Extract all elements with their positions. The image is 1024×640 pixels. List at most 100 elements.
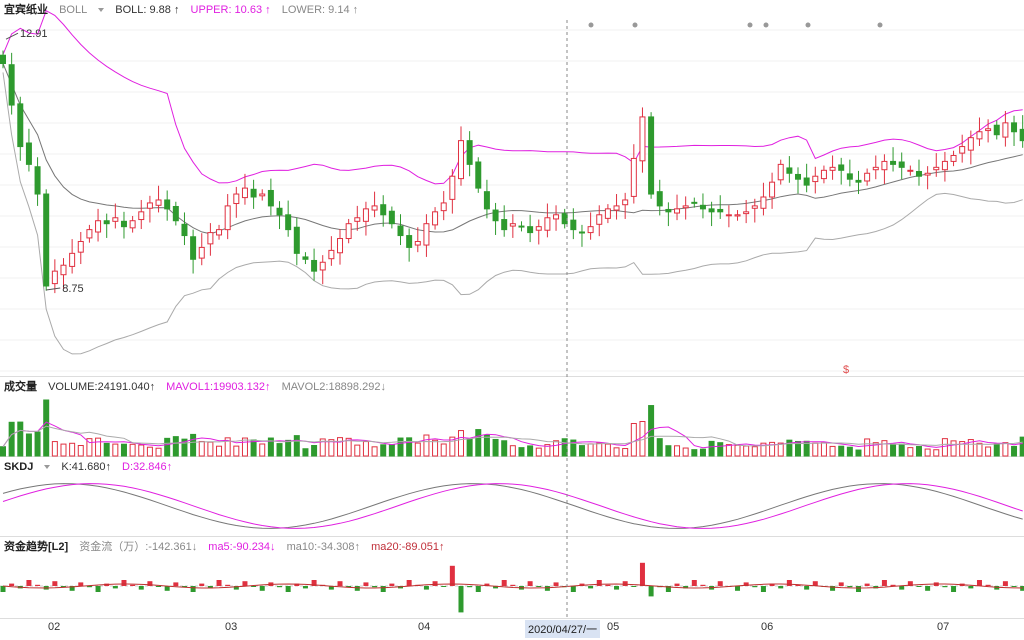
candle-body bbox=[293, 226, 300, 254]
candle-body bbox=[976, 131, 983, 140]
fund-bar bbox=[423, 586, 429, 590]
candle-body bbox=[475, 161, 482, 189]
fund-header: 资金趋势[L2] 资金流（万）:-142.361↓ ma5:-90.234↓ m… bbox=[4, 537, 452, 557]
candle-body bbox=[34, 166, 41, 195]
volume-bar bbox=[596, 442, 603, 457]
candle-body bbox=[69, 252, 76, 267]
volume-bar bbox=[60, 443, 67, 457]
fund-bar bbox=[916, 586, 922, 587]
volume-bar bbox=[8, 421, 15, 457]
fund-bar bbox=[199, 583, 205, 586]
candle-body bbox=[337, 238, 344, 254]
fund-bar bbox=[838, 582, 844, 586]
fund-bar bbox=[363, 582, 369, 586]
volume-bar bbox=[406, 437, 413, 457]
fund-bar bbox=[26, 580, 32, 586]
volume-bar bbox=[527, 445, 534, 457]
candle-body bbox=[466, 140, 473, 165]
fund-bar bbox=[985, 584, 991, 586]
volume-bar bbox=[138, 444, 145, 457]
candle-body bbox=[725, 214, 732, 217]
candle-body bbox=[665, 208, 672, 213]
fund-bar bbox=[614, 586, 620, 590]
volume-bar bbox=[915, 446, 922, 457]
fund-bar bbox=[899, 586, 905, 590]
candle-body bbox=[985, 128, 992, 132]
skdj-k-line bbox=[2, 483, 1023, 529]
candle-body bbox=[864, 172, 871, 182]
event-dot bbox=[747, 22, 753, 28]
candle-body bbox=[397, 225, 404, 237]
skdj-select[interactable]: SKDJ bbox=[4, 461, 51, 473]
volume-bar bbox=[509, 445, 516, 457]
fund-bar bbox=[458, 586, 464, 613]
candle-body bbox=[241, 187, 248, 199]
volume-bar bbox=[743, 445, 750, 457]
fund-bar bbox=[251, 586, 257, 587]
candle-body bbox=[311, 259, 318, 272]
volume-bar bbox=[656, 438, 663, 457]
candle-body bbox=[155, 199, 162, 206]
fund-bar bbox=[605, 584, 611, 586]
candle-body bbox=[233, 193, 240, 205]
low-label: 8.75 bbox=[62, 283, 83, 295]
candle-body bbox=[146, 202, 153, 209]
volume-bar bbox=[371, 446, 378, 457]
candle-body bbox=[855, 179, 862, 183]
volume-bar bbox=[207, 441, 214, 457]
indicator-select[interactable]: BOLL bbox=[59, 4, 105, 16]
fund-bar bbox=[277, 586, 283, 588]
volume-bar bbox=[501, 440, 508, 457]
candle-body bbox=[371, 205, 378, 211]
candle-body bbox=[138, 211, 145, 221]
candle-body bbox=[1002, 122, 1009, 138]
fund-title: 资金趋势[L2] bbox=[4, 541, 69, 553]
volume-bar bbox=[604, 443, 611, 457]
volume-bar bbox=[674, 445, 681, 457]
volume-bar bbox=[993, 443, 1000, 457]
volume-bar bbox=[172, 436, 179, 457]
volume-bar bbox=[293, 435, 300, 457]
candle-body bbox=[674, 208, 681, 214]
fund-bar bbox=[881, 580, 887, 586]
volume-bar bbox=[51, 441, 58, 457]
candle-body bbox=[1011, 122, 1018, 133]
ma5-value: ma5:-90.234↓ bbox=[208, 541, 276, 553]
fund-bar bbox=[78, 582, 84, 586]
candle-body bbox=[190, 236, 197, 260]
candle-body bbox=[890, 160, 897, 165]
candle-body bbox=[492, 209, 499, 222]
boll-upper-line bbox=[2, 9, 1023, 185]
fund-bar bbox=[570, 586, 576, 592]
fund-bar bbox=[121, 580, 127, 586]
candle-body bbox=[941, 160, 948, 171]
volume-bar bbox=[890, 443, 897, 457]
volume-bar bbox=[898, 443, 905, 457]
fund-bar bbox=[760, 586, 766, 592]
candle-body bbox=[535, 226, 542, 231]
candle-body bbox=[86, 229, 93, 239]
volume-bar bbox=[25, 433, 32, 457]
candle-body bbox=[786, 167, 793, 174]
month-label: 03 bbox=[225, 621, 238, 633]
candle-body bbox=[561, 213, 568, 225]
candle-body bbox=[129, 220, 136, 229]
fund-bar bbox=[432, 581, 438, 586]
candle-body bbox=[8, 64, 15, 106]
candle-body bbox=[172, 205, 179, 222]
candle-body bbox=[820, 169, 827, 180]
event-dot bbox=[632, 22, 638, 28]
volume-bar bbox=[976, 442, 983, 457]
fund-bar bbox=[976, 580, 982, 586]
high-label: 12.91 bbox=[20, 28, 48, 40]
candle-body bbox=[751, 205, 758, 209]
volume-bar bbox=[838, 445, 845, 457]
volume-bar bbox=[250, 439, 257, 457]
event-dot bbox=[805, 22, 811, 28]
candle-body bbox=[1019, 128, 1024, 142]
volume-bar bbox=[397, 437, 404, 457]
chevron-down-icon bbox=[98, 8, 105, 13]
candle-body bbox=[812, 175, 819, 183]
fund-bar bbox=[639, 562, 645, 586]
candle-body bbox=[915, 170, 922, 177]
